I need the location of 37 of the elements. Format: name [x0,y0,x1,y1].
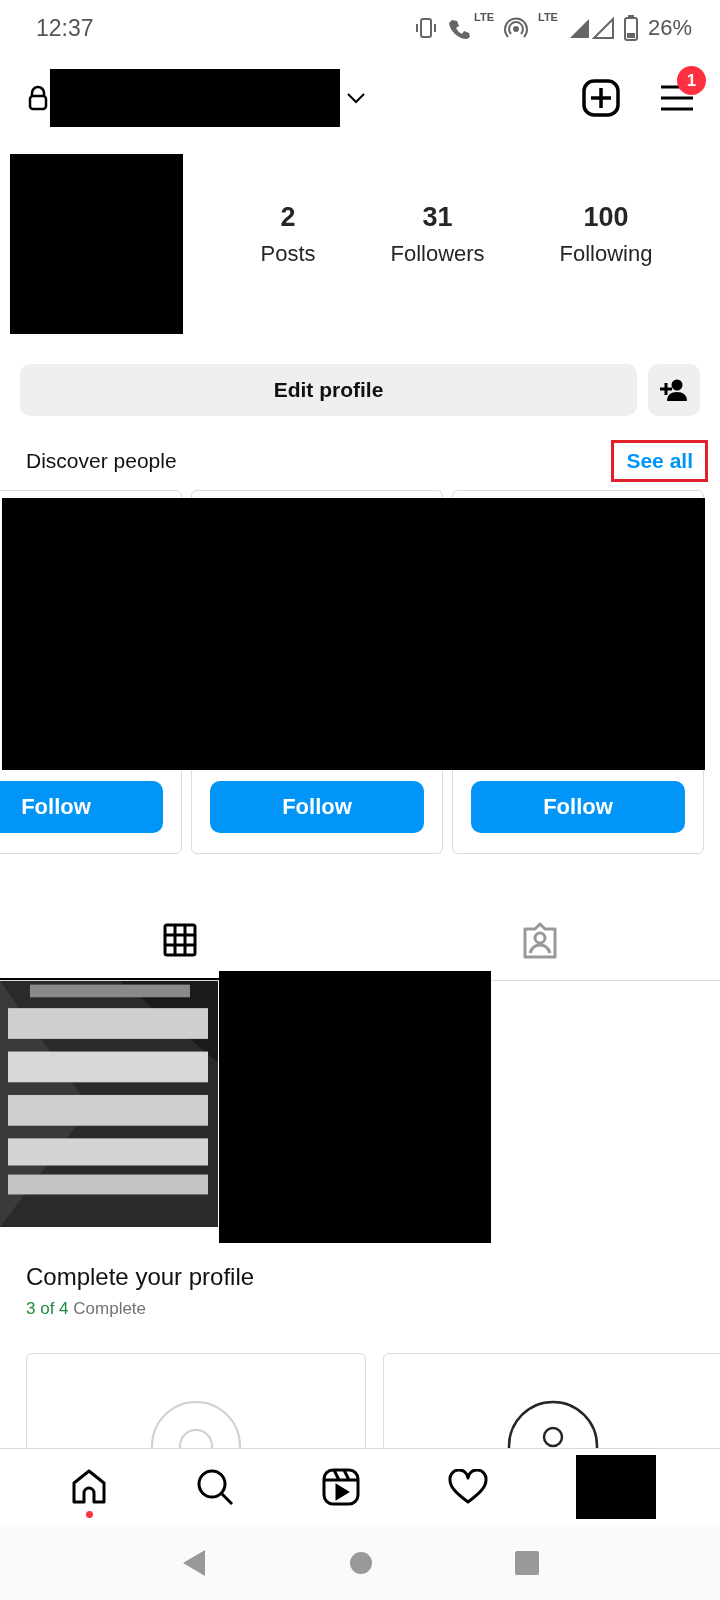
home-icon [70,1468,108,1506]
section-title: Discover people [26,449,177,473]
stat-label: Followers [390,240,485,267]
chevron-down-icon [346,92,366,104]
tagged-person-icon [521,921,559,959]
follow-button[interactable]: Follow [0,781,163,833]
add-person-icon [660,379,688,401]
search-icon [196,1468,234,1506]
phone-icon [448,17,470,39]
reels-icon [322,1468,360,1506]
section-title: Complete your profile [26,1263,256,1291]
stat-count: 100 [583,201,629,233]
grid-icon [163,923,197,957]
hotspot-icon [504,16,528,40]
status-time: 12:37 [36,14,94,42]
edit-profile-button[interactable]: Edit profile [20,364,637,416]
stat-count: 31 [422,201,453,233]
home-circle-icon[interactable] [349,1550,373,1575]
vibrate-icon [414,16,438,40]
recents-icon[interactable] [515,1550,539,1575]
progress-text: 3 of 4 Complete [26,1299,148,1319]
follow-button[interactable]: Follow [471,781,685,833]
see-all-link[interactable]: See all [611,440,708,482]
call-network-label: LTE [474,11,494,23]
lock-icon [28,85,48,111]
battery-percent: 26% [647,15,692,41]
notification-badge: 1 [677,66,706,95]
stat-count: 2 [280,201,296,233]
stat-label: Posts [260,240,316,267]
heart-icon [448,1469,488,1505]
follow-button[interactable]: Follow [210,781,424,833]
stat-label: Following [559,240,653,267]
plus-square-icon[interactable] [582,79,620,117]
back-icon[interactable] [181,1547,207,1578]
data-network-label: LTE [538,11,558,23]
battery-icon [623,15,638,41]
add-person-button[interactable] [648,364,700,416]
